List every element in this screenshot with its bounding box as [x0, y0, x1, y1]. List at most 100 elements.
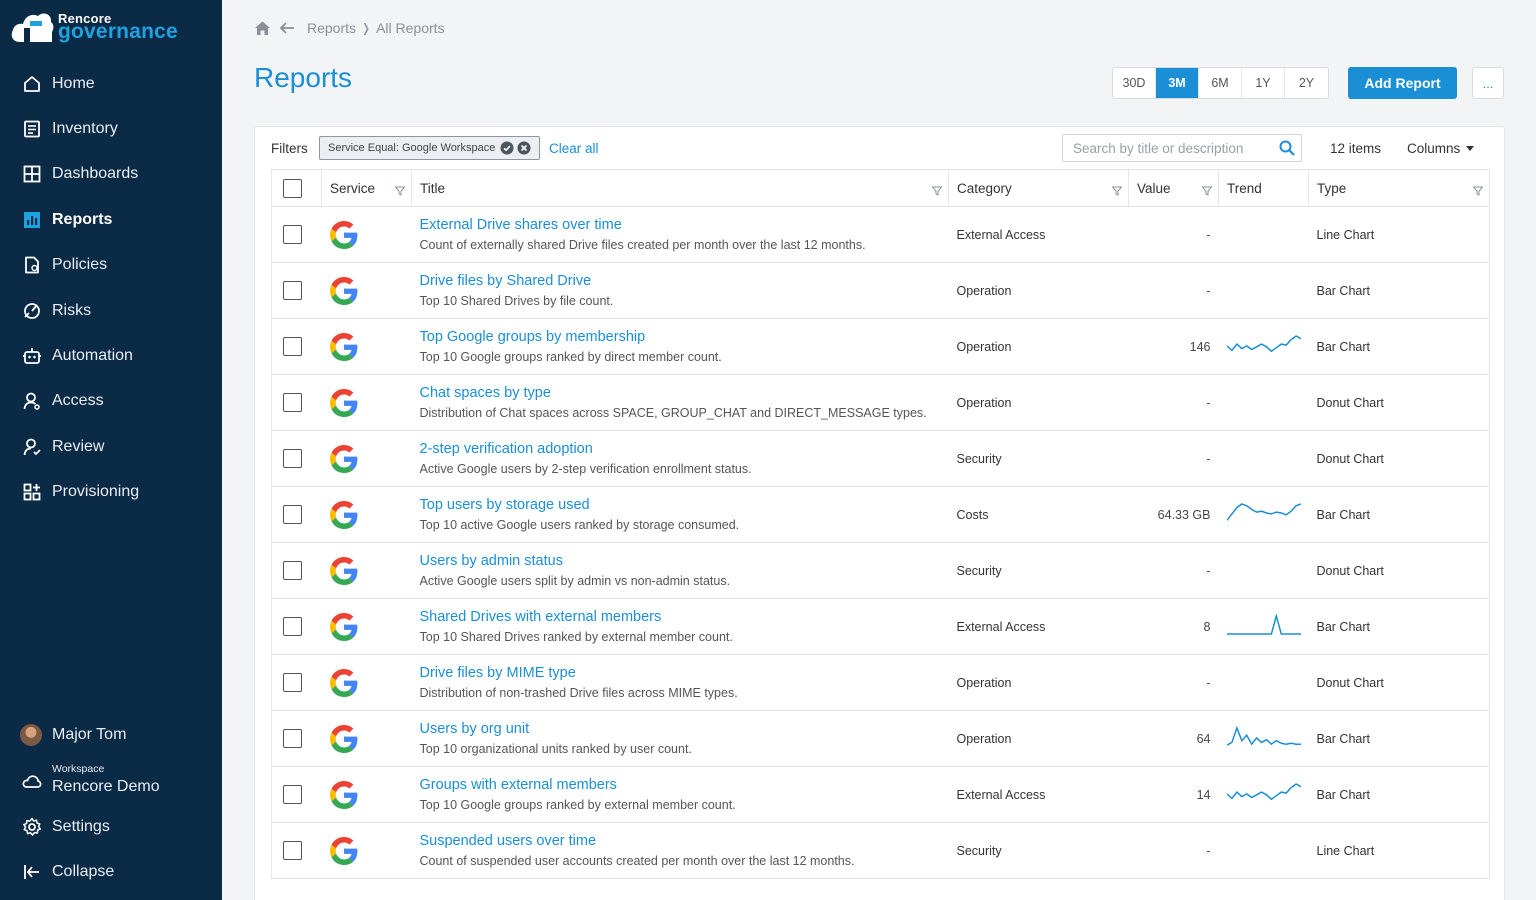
- table-row[interactable]: External Drive shares over time Count of…: [271, 206, 1490, 263]
- user-menu[interactable]: Major Tom: [0, 712, 222, 758]
- table-row[interactable]: Drive files by Shared Drive Top 10 Share…: [271, 262, 1490, 319]
- table-row[interactable]: Suspended users over time Count of suspe…: [271, 822, 1490, 879]
- sidebar-item-label: Inventory: [52, 120, 118, 138]
- sidebar-item-review[interactable]: Review: [0, 424, 222, 469]
- sidebar-item-settings[interactable]: Settings: [0, 804, 222, 849]
- sidebar-item-dashboards[interactable]: Dashboards: [0, 152, 222, 197]
- row-checkbox[interactable]: [283, 225, 302, 244]
- row-checkbox[interactable]: [283, 449, 302, 468]
- row-checkbox[interactable]: [283, 393, 302, 412]
- report-title-link[interactable]: Chat spaces by type: [420, 385, 949, 401]
- sidebar-item-reports[interactable]: Reports: [0, 197, 222, 242]
- filter-icon[interactable]: [1111, 184, 1123, 199]
- table-row[interactable]: Groups with external members Top 10 Goog…: [271, 766, 1490, 823]
- report-title-link[interactable]: Top Google groups by membership: [420, 329, 949, 345]
- sidebar-item-risks[interactable]: Risks: [0, 288, 222, 333]
- type-cell: Donut Chart: [1308, 654, 1490, 711]
- breadcrumb-parent[interactable]: Reports: [307, 20, 356, 36]
- more-options-button[interactable]: ...: [1472, 67, 1504, 99]
- table-row[interactable]: Top users by storage used Top 10 active …: [271, 486, 1490, 543]
- table-row[interactable]: Top Google groups by membership Top 10 G…: [271, 318, 1490, 375]
- sidebar-item-automation[interactable]: Automation: [0, 333, 222, 378]
- filter-chip[interactable]: Service Equal: Google Workspace: [319, 136, 541, 160]
- table-row[interactable]: 2-step verification adoption Active Goog…: [271, 430, 1490, 487]
- table-row[interactable]: Users by org unit Top 10 organizational …: [271, 710, 1490, 767]
- report-title-link[interactable]: Users by org unit: [420, 721, 949, 737]
- report-title-link[interactable]: External Drive shares over time: [420, 217, 949, 233]
- workspace-switcher[interactable]: Workspace Rencore Demo: [0, 758, 222, 804]
- report-description: Top 10 Shared Drives by file count.: [419, 294, 614, 308]
- report-title-link[interactable]: Users by admin status: [420, 553, 949, 569]
- search-input[interactable]: [1073, 140, 1283, 156]
- remove-circle-icon[interactable]: [517, 141, 531, 155]
- row-checkbox[interactable]: [283, 785, 302, 804]
- row-select-cell: [271, 822, 322, 879]
- filter-icon[interactable]: [931, 184, 943, 199]
- row-checkbox[interactable]: [283, 505, 302, 524]
- filter-icon[interactable]: [1201, 184, 1213, 199]
- filters-label: Filters: [271, 141, 308, 156]
- row-checkbox[interactable]: [283, 729, 302, 748]
- check-circle-icon[interactable]: [500, 141, 514, 155]
- range-button-2y[interactable]: 2Y: [1285, 68, 1328, 98]
- report-title-link[interactable]: 2-step verification adoption: [420, 441, 949, 457]
- range-button-3m[interactable]: 3M: [1156, 68, 1199, 98]
- report-description: Top 10 organizational units ranked by us…: [419, 742, 692, 756]
- back-arrow-icon[interactable]: [279, 20, 295, 36]
- report-description: Distribution of non-trashed Drive files …: [419, 686, 738, 700]
- select-all-checkbox[interactable]: [283, 178, 302, 198]
- collapse-icon: [22, 862, 42, 882]
- sidebar-item-policies[interactable]: Policies: [0, 243, 222, 288]
- app-logo[interactable]: Rencore governance: [10, 6, 210, 46]
- category-cell: Operation: [948, 710, 1129, 767]
- row-checkbox[interactable]: [283, 561, 302, 580]
- report-description: Count of externally shared Drive files c…: [419, 238, 866, 252]
- title-cell: Suspended users over time Count of suspe…: [411, 822, 949, 879]
- filter-icon[interactable]: [1472, 184, 1484, 199]
- table-row[interactable]: Users by admin status Active Google user…: [271, 542, 1490, 599]
- range-button-1y[interactable]: 1Y: [1242, 68, 1285, 98]
- column-header-category[interactable]: Category: [948, 169, 1129, 207]
- sidebar-item-provisioning[interactable]: Provisioning: [0, 470, 222, 515]
- report-title-link[interactable]: Top users by storage used: [420, 497, 949, 513]
- service-cell: [321, 654, 412, 711]
- row-checkbox[interactable]: [283, 673, 302, 692]
- risks-icon: [22, 301, 42, 321]
- report-title-link[interactable]: Groups with external members: [420, 777, 949, 793]
- sidebar-item-inventory[interactable]: Inventory: [0, 106, 222, 151]
- clear-all-link[interactable]: Clear all: [549, 141, 599, 156]
- sidebar-item-access[interactable]: Access: [0, 379, 222, 424]
- column-header-type[interactable]: Type: [1308, 169, 1490, 207]
- trend-cell: [1218, 430, 1309, 487]
- report-title-link[interactable]: Drive files by MIME type: [420, 665, 949, 681]
- table-row[interactable]: Chat spaces by type Distribution of Chat…: [271, 374, 1490, 431]
- row-checkbox[interactable]: [283, 841, 302, 860]
- columns-dropdown[interactable]: Columns: [1407, 141, 1475, 156]
- column-header-value[interactable]: Value: [1128, 169, 1219, 207]
- home-icon[interactable]: [254, 20, 271, 36]
- row-checkbox[interactable]: [283, 281, 302, 300]
- brand-name-bottom: governance: [58, 20, 178, 43]
- search-icon[interactable]: [1279, 140, 1295, 159]
- service-cell: [321, 318, 412, 375]
- avatar: [20, 724, 42, 746]
- report-description: Top 10 Shared Drives ranked by external …: [419, 630, 733, 644]
- table-row[interactable]: Drive files by MIME type Distribution of…: [271, 654, 1490, 711]
- report-title-link[interactable]: Suspended users over time: [420, 833, 949, 849]
- filter-icon[interactable]: [394, 184, 406, 199]
- range-button-6m[interactable]: 6M: [1199, 68, 1242, 98]
- column-header-service[interactable]: Service: [321, 169, 412, 207]
- sidebar-item-collapse[interactable]: Collapse: [0, 849, 222, 894]
- table-row[interactable]: Shared Drives with external members Top …: [271, 598, 1490, 655]
- add-report-button[interactable]: Add Report: [1348, 67, 1457, 99]
- trend-cell: [1218, 710, 1309, 767]
- column-header-title[interactable]: Title: [411, 169, 949, 207]
- row-checkbox[interactable]: [283, 337, 302, 356]
- range-button-30d[interactable]: 30D: [1113, 68, 1156, 98]
- report-title-link[interactable]: Shared Drives with external members: [420, 609, 949, 625]
- trend-cell: [1218, 262, 1309, 319]
- report-title-link[interactable]: Drive files by Shared Drive: [420, 273, 949, 289]
- sidebar-item-home[interactable]: Home: [0, 61, 222, 106]
- report-description: Active Google users split by admin vs no…: [419, 574, 731, 588]
- row-checkbox[interactable]: [283, 617, 302, 636]
